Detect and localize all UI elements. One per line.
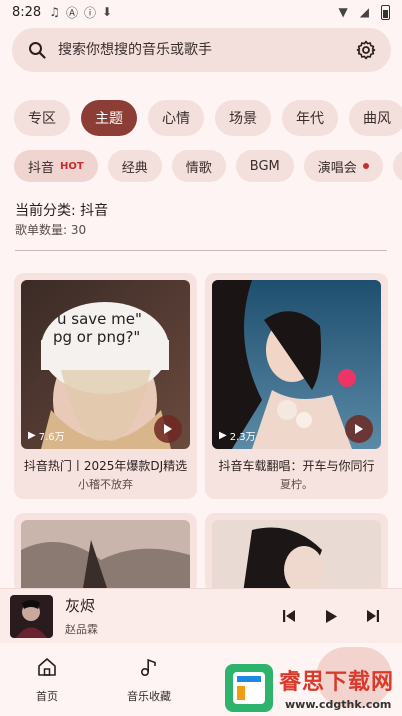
song-title: 灰烬: [65, 597, 96, 615]
subtag-label: 经典: [121, 160, 148, 176]
nav-favorites-label: 音乐收藏: [127, 690, 171, 703]
svg-text:u save me": u save me": [57, 310, 142, 328]
playlist-card[interactable]: ▶ 2.3万 抖音车载翻唱：开车与你同行 夏柠。: [205, 273, 388, 499]
playlist-creator: 夏柠。: [280, 478, 313, 491]
playlist-card[interactable]: [14, 513, 197, 593]
subtag-douyin[interactable]: 抖音 HOT: [14, 150, 98, 182]
play-icon[interactable]: [320, 605, 342, 627]
now-playing-info[interactable]: 灰烬 赵品霖: [65, 595, 98, 637]
playlist-title: 抖音热门丨2025年爆款DJ精选: [23, 459, 188, 473]
watermark: 睿思下载网 www.cdgthk.com: [225, 660, 402, 716]
playlist-card[interactable]: [205, 513, 388, 593]
subtag-label: BGM: [249, 158, 280, 174]
now-playing-artwork[interactable]: [10, 594, 53, 638]
play-icon: [355, 424, 363, 434]
tab-scene[interactable]: 场景: [215, 100, 271, 136]
watermark-logo-icon: [225, 664, 273, 712]
hot-badge: HOT: [60, 160, 84, 172]
divider: [15, 250, 387, 251]
subtag-pop[interactable]: 流行: [392, 150, 402, 182]
play-icon: [164, 424, 172, 434]
playlist-creator: 小稽不放弃: [78, 478, 133, 491]
mini-player[interactable]: 灰烬 赵品霖: [0, 588, 402, 643]
next-track-icon[interactable]: [362, 605, 384, 627]
svg-text:pg or png?": pg or png?": [53, 328, 140, 346]
settings-gear-icon[interactable]: [355, 39, 377, 61]
download-icon: ⬇: [102, 5, 113, 19]
watermark-text: 睿思下载网: [279, 670, 395, 695]
player-controls: [278, 605, 392, 627]
alert-icon: ⓘ: [83, 5, 96, 20]
subtag-bgm[interactable]: BGM: [235, 150, 294, 182]
tab-mood[interactable]: 心情: [148, 100, 204, 136]
status-bar: 8:28 ♫ Ⓐ ⓘ ⬇ ▼ ◢: [0, 0, 402, 24]
wifi-icon: ▼: [338, 5, 348, 19]
search-icon[interactable]: [26, 39, 48, 61]
previous-track-icon[interactable]: [278, 605, 300, 627]
tab-theme[interactable]: 主题: [81, 100, 137, 136]
tab-era[interactable]: 年代: [282, 100, 338, 136]
subtag-love-songs[interactable]: 情歌: [171, 150, 226, 182]
playlist-cover[interactable]: u save me" pg or png?" ▶ 7.6万: [21, 280, 190, 449]
subtag-concert[interactable]: 演唱会: [303, 150, 383, 182]
playlist-count: 歌单数量: 30: [15, 223, 87, 237]
nav-home-label: 首页: [36, 690, 58, 703]
play-triangle-icon: ▶: [219, 430, 227, 441]
tab-zone[interactable]: 专区: [14, 100, 70, 136]
play-button[interactable]: [345, 415, 373, 443]
status-right: ▼ ◢: [338, 4, 390, 20]
subtag-label: 情歌: [185, 160, 212, 176]
nav-home[interactable]: 首页: [7, 657, 87, 704]
search-input[interactable]: [58, 42, 355, 58]
status-time: 8:28: [12, 4, 42, 20]
signal-icon: ◢: [359, 5, 369, 19]
search-bar[interactable]: [12, 28, 391, 72]
new-dot-icon: [362, 163, 369, 169]
battery-icon: [381, 4, 390, 20]
music-note-icon: ♫: [49, 5, 60, 19]
play-count: ▶ 2.3万: [219, 428, 256, 443]
subtag-label: 抖音: [28, 160, 55, 176]
play-count: ▶ 7.6万: [28, 428, 65, 443]
subtag-list: 抖音 HOT 经典 情歌 BGM 演唱会 流行: [14, 150, 402, 183]
music-note-icon: [140, 658, 156, 677]
watermark-url: www.cdgthk.com: [285, 698, 392, 711]
tab-genre[interactable]: 曲风: [349, 100, 402, 136]
artist-name: 赵品霖: [65, 623, 98, 636]
play-count-value: 2.3万: [229, 432, 256, 443]
playlist-cover[interactable]: [21, 520, 190, 593]
playlist-card[interactable]: u save me" pg or png?" ▶ 7.6万 抖音热门丨2025年…: [14, 273, 197, 499]
subtag-label: 演唱会: [317, 160, 357, 176]
subtag-classic[interactable]: 经典: [107, 150, 162, 182]
playlist-cover[interactable]: ▶ 2.3万: [212, 280, 381, 449]
category-tabs: 专区 主题 心情 场景 年代 曲风: [14, 100, 402, 138]
playlist-title: 抖音车载翻唱：开车与你同行: [218, 459, 375, 473]
current-category: 当前分类: 抖音: [15, 203, 109, 219]
play-button[interactable]: [154, 415, 182, 443]
playlist-cover[interactable]: [212, 520, 381, 593]
play-triangle-icon: ▶: [28, 430, 36, 441]
home-icon: [38, 658, 56, 676]
play-count-value: 7.6万: [38, 432, 65, 443]
nav-favorites[interactable]: 音乐收藏: [109, 657, 189, 704]
notification-a-icon: Ⓐ: [65, 5, 78, 20]
